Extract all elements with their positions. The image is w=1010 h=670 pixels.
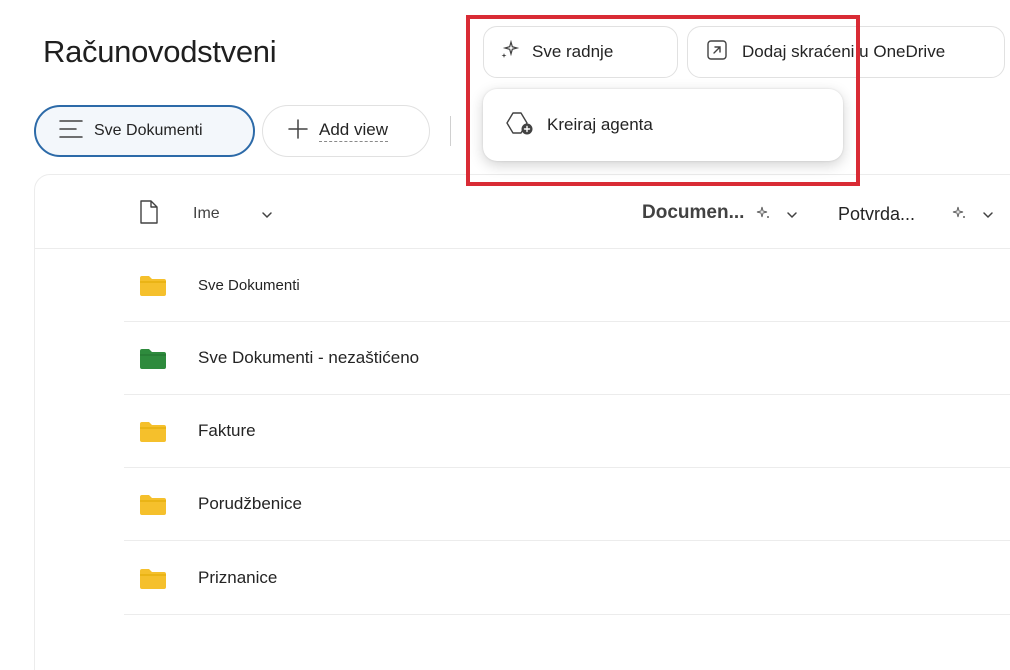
sparkle-icon (755, 205, 771, 226)
folder-icon (139, 568, 167, 595)
list-item[interactable]: Priznanice (124, 542, 1010, 615)
create-agent-menu-item[interactable]: Kreiraj agenta (547, 115, 653, 135)
list-item[interactable]: Sve Dokumenti - nezaštićeno (124, 322, 1010, 395)
list-item[interactable]: Porudžbenice (124, 468, 1010, 541)
add-shortcut-label: Dodaj skraćeni u OneDrive (742, 42, 946, 61)
folder-icon (139, 348, 167, 375)
view-selector-all-documents[interactable]: Sve Dokumenti (34, 105, 255, 157)
arrow-up-right-icon (706, 39, 728, 66)
document-list: Ime Documen... Potvrda... Sve Dokumenti … (34, 174, 1010, 670)
all-actions-button[interactable]: Sve radnje (483, 26, 678, 78)
all-actions-label: Sve radnje (532, 42, 614, 61)
column-header-name[interactable]: Ime (193, 205, 220, 223)
chevron-down-icon[interactable] (982, 207, 994, 225)
create-agent-icon (505, 110, 535, 141)
folder-icon (139, 494, 167, 521)
add-view-button[interactable]: Add view (262, 105, 430, 157)
item-name[interactable]: Sve Dokumenti - nezaštićeno (198, 348, 419, 368)
view-selector-label: Sve Dokumenti (94, 122, 203, 139)
folder-icon (139, 421, 167, 448)
column-header-confirmation[interactable]: Potvrda... (838, 204, 915, 225)
folder-icon (139, 275, 167, 302)
column-header-document[interactable]: Documen... (642, 202, 744, 224)
item-name[interactable]: Porudžbenice (198, 494, 302, 514)
list-item[interactable]: Sve Dokumenti (124, 249, 1010, 322)
list-header: Ime Documen... Potvrda... (35, 175, 1010, 249)
add-view-label: Add view (319, 120, 388, 142)
sparkle-icon (500, 39, 520, 65)
item-name[interactable]: Sve Dokumenti (198, 277, 300, 294)
actions-dropdown-menu: Kreiraj agenta (483, 89, 843, 161)
item-name[interactable]: Fakture (198, 421, 256, 441)
lines-icon (58, 118, 84, 145)
page-title: Računovodstveni (43, 34, 277, 69)
item-name[interactable]: Priznanice (198, 568, 277, 588)
toolbar-divider (450, 116, 451, 146)
file-type-icon (138, 199, 160, 230)
sparkle-icon (951, 205, 967, 226)
chevron-down-icon[interactable] (786, 207, 798, 225)
add-shortcut-onedrive-button[interactable]: Dodaj skraćeni u OneDrive (687, 26, 1005, 78)
plus-icon (287, 118, 309, 145)
list-item[interactable]: Fakture (124, 395, 1010, 468)
chevron-down-icon[interactable] (261, 207, 273, 225)
